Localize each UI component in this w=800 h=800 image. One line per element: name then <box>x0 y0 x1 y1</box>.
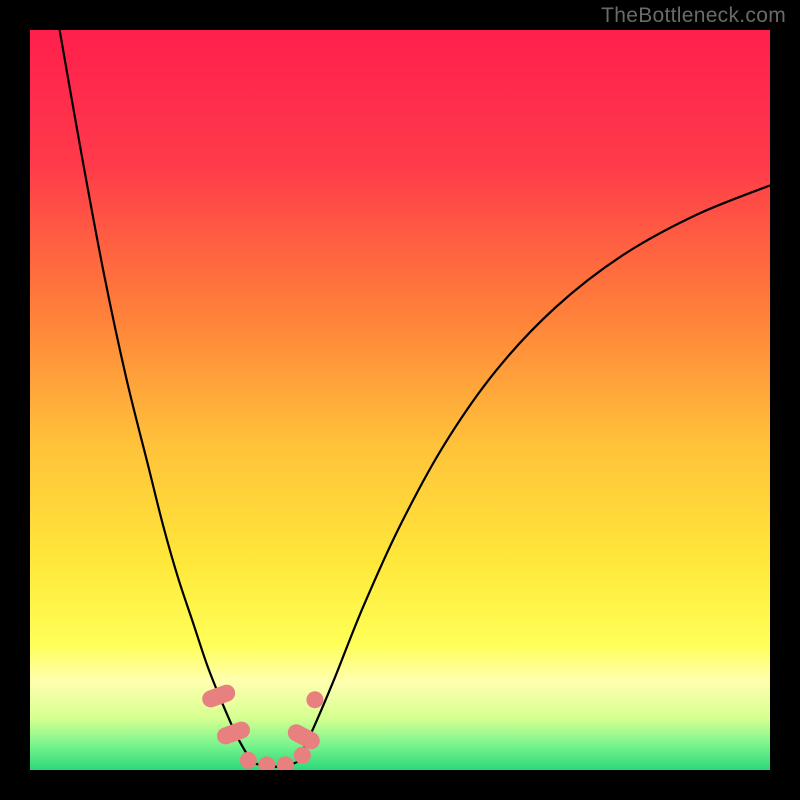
marker-pill <box>200 682 238 710</box>
trough-markers <box>200 682 324 770</box>
marker-dot <box>240 752 257 769</box>
curve-left-branch <box>60 30 252 763</box>
chart-curves <box>30 30 770 770</box>
marker-dot <box>277 756 294 770</box>
plot-area <box>30 30 770 770</box>
marker-pill <box>215 719 253 747</box>
marker-dot <box>294 747 311 764</box>
chart-frame: TheBottleneck.com <box>0 0 800 800</box>
marker-dot <box>258 756 275 770</box>
marker-dot <box>306 691 323 708</box>
watermark-label: TheBottleneck.com <box>601 4 786 28</box>
curve-right-branch <box>296 185 770 762</box>
